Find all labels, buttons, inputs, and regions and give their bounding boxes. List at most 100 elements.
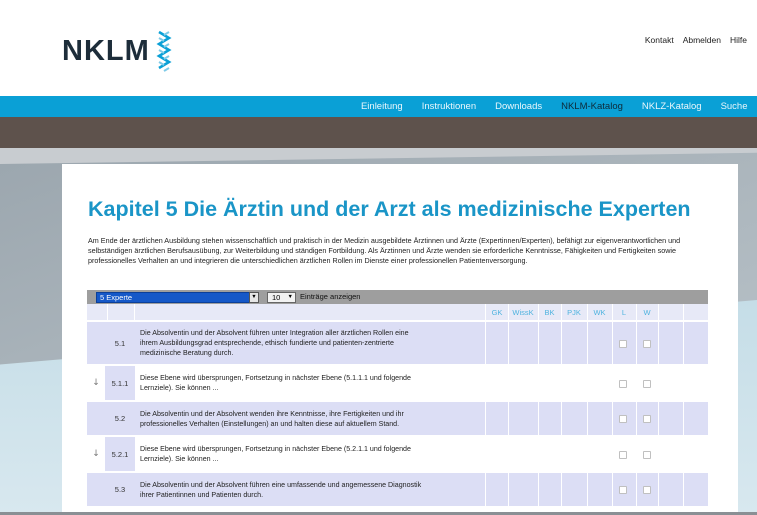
column-divider <box>612 437 613 471</box>
table-toolbar: 5 Experte ▼ 10 ▼ Einträge anzeigen <box>87 290 708 304</box>
column-divider <box>612 322 613 364</box>
row-description-line: professionelles Verhalten (Einstellungen… <box>140 419 400 428</box>
row-spacer <box>87 322 105 364</box>
column-header-gk[interactable]: GK <box>486 304 508 321</box>
table-row[interactable]: 5.1 Die Absolventin und der Absolvent füh… <box>87 322 708 365</box>
column-header-l[interactable]: L <box>612 304 636 321</box>
row-description: Die Absolventin und der Absolvent führen… <box>140 473 475 506</box>
column-divider <box>636 402 637 435</box>
nklm-logo[interactable]: NKLM <box>62 30 173 72</box>
nav-item-suche[interactable]: Suche <box>711 96 757 117</box>
column-divider <box>561 402 562 435</box>
column-header-bk[interactable]: BK <box>538 304 561 321</box>
column-divider <box>658 402 659 435</box>
column-header-wissk[interactable]: WissK <box>508 304 538 321</box>
logo-text: NKLM <box>62 34 150 67</box>
checkbox-w[interactable] <box>643 340 651 348</box>
row-number: 5.2 <box>105 402 135 435</box>
chapter-intro: Am Ende der ärztlichen Ausbildung stehen… <box>88 236 681 265</box>
checkbox-l[interactable] <box>619 486 627 494</box>
column-divider <box>538 402 539 435</box>
row-description: Die Absolventin und der Absolvent führen… <box>140 322 475 364</box>
column-divider <box>658 437 659 471</box>
experte-select-value: 5 Experte <box>100 293 133 302</box>
column-divider <box>636 366 637 400</box>
column-divider <box>107 304 108 321</box>
column-divider <box>561 473 562 506</box>
column-divider <box>561 437 562 471</box>
row-description-line: ihrem Ausbildungsgrad entsprechende, eth… <box>140 339 394 347</box>
table-row[interactable]: ↓ 5.2.1 Diese Ebene wird übersprungen, For… <box>87 437 708 472</box>
checkbox-l[interactable] <box>619 340 627 348</box>
column-divider <box>508 437 509 471</box>
column-divider <box>508 366 509 400</box>
expand-arrow-icon[interactable]: ↓ <box>87 366 105 400</box>
checkbox-l[interactable] <box>619 380 627 388</box>
row-description: Die Absolventin und der Absolvent wenden… <box>140 402 475 435</box>
row-description-line: Die Absolventin und der Absolvent wenden… <box>140 409 404 418</box>
column-divider <box>508 322 509 364</box>
nav-item-nklm-katalog[interactable]: NKLM-Katalog <box>552 96 633 117</box>
column-divider <box>658 322 659 364</box>
column-header-pjk[interactable]: PJK <box>561 304 587 321</box>
column-divider <box>612 473 613 506</box>
column-divider <box>683 402 684 435</box>
column-divider <box>134 304 135 321</box>
column-divider <box>636 473 637 506</box>
column-divider <box>587 366 588 400</box>
column-divider <box>658 473 659 506</box>
checkbox-l[interactable] <box>619 451 627 459</box>
column-divider <box>485 437 486 471</box>
row-description: Diese Ebene wird übersprungen, Fortsetzu… <box>140 437 475 471</box>
nav-item-instruktionen[interactable]: Instruktionen <box>412 96 485 117</box>
column-divider <box>612 366 613 400</box>
nav-item-nklz-katalog[interactable]: NKLZ-Katalog <box>632 96 711 117</box>
checkbox-w[interactable] <box>643 451 651 459</box>
nav-item-downloads[interactable]: Downloads <box>486 96 552 117</box>
column-divider <box>683 473 684 506</box>
column-divider <box>485 322 486 364</box>
expand-arrow-icon[interactable]: ↓ <box>87 437 105 471</box>
checkbox-w[interactable] <box>643 415 651 423</box>
table-header: GK WissK BK PJK WK L W <box>87 304 708 321</box>
main-navigation: Einleitung Instruktionen Downloads NKLM-Kat… <box>0 96 757 117</box>
table-row[interactable]: 5.3 Die Absolventin und der Absolvent füh… <box>87 473 708 507</box>
column-divider <box>538 473 539 506</box>
row-description-line: ihrer Patientinnen und Patienten durch. <box>140 490 264 499</box>
column-divider <box>485 402 486 435</box>
dna-helix-icon <box>156 30 172 72</box>
abmelden-link[interactable]: Abmelden <box>683 35 721 45</box>
table-row[interactable]: 5.2 Die Absolventin und der Absolvent wen… <box>87 402 708 436</box>
entries-count-value: 10 <box>272 293 281 302</box>
entries-count-select[interactable]: 10 ▼ <box>267 292 296 303</box>
chevron-down-icon: ▼ <box>287 294 293 300</box>
row-description-line: Die Absolventin und der Absolvent führen… <box>140 329 409 337</box>
kontakt-link[interactable]: Kontakt <box>645 35 674 45</box>
column-divider <box>636 322 637 364</box>
checkbox-l[interactable] <box>619 415 627 423</box>
column-header-w[interactable]: W <box>636 304 658 321</box>
experte-select[interactable]: 5 Experte ▼ <box>96 292 259 303</box>
column-divider <box>683 322 684 364</box>
column-divider <box>485 473 486 506</box>
column-header-wk[interactable]: WK <box>587 304 612 321</box>
column-divider <box>636 437 637 471</box>
column-divider <box>485 366 486 400</box>
checkbox-w[interactable] <box>643 486 651 494</box>
column-divider <box>658 304 659 321</box>
table-row[interactable]: ↓ 5.1.1 Diese Ebene wird übersprungen, For… <box>87 366 708 401</box>
banner-dark-band <box>0 117 757 148</box>
row-description-line: Diese Ebene wird übersprungen, Fortsetzu… <box>140 374 411 382</box>
hilfe-link[interactable]: Hilfe <box>730 35 747 45</box>
row-number: 5.2.1 <box>105 437 135 471</box>
row-number: 5.1.1 <box>105 366 135 400</box>
dropdown-arrow-icon[interactable]: ▼ <box>249 292 259 303</box>
checkbox-w[interactable] <box>643 380 651 388</box>
entries-label: Einträge anzeigen <box>300 292 361 301</box>
row-description-line: Die Absolventin und der Absolvent führen… <box>140 480 422 489</box>
column-divider <box>658 366 659 400</box>
nav-item-einleitung[interactable]: Einleitung <box>351 96 412 117</box>
page-title: Kapitel 5 Die Ärztin und der Arzt als me… <box>88 197 691 221</box>
row-description: Diese Ebene wird übersprungen, Fortsetzu… <box>140 366 475 400</box>
column-divider <box>538 437 539 471</box>
